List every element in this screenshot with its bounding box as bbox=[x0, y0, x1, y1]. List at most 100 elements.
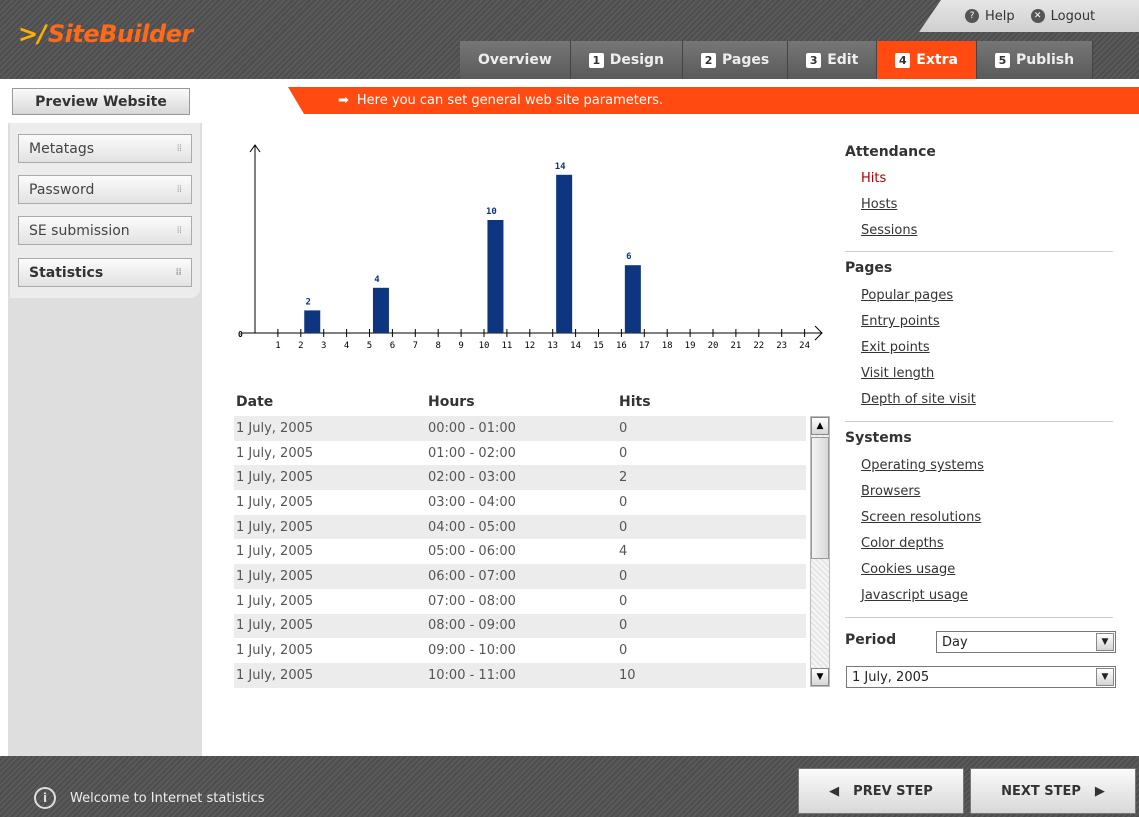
arrow-left-icon: ◀ bbox=[829, 783, 840, 799]
divider bbox=[845, 251, 1113, 252]
cell-date: 1 July, 2005 bbox=[236, 618, 314, 634]
table-row: 1 July, 2005 09:00 - 10:00 0 bbox=[234, 638, 806, 663]
link-entry-points[interactable]: Entry points bbox=[861, 314, 940, 329]
cell-date: 1 July, 2005 bbox=[236, 494, 314, 510]
main-tabs: Overview 1 Design 2 Pages 3 Edit 4 Extra 5 Pu… bbox=[460, 41, 1094, 79]
tab-design[interactable]: 1 Design bbox=[570, 41, 684, 79]
x-tick-label: 10 bbox=[479, 341, 490, 351]
tab-edit[interactable]: 3 Edit bbox=[788, 41, 878, 79]
status-bar: i Welcome to Internet statistics bbox=[34, 787, 264, 809]
cell-hours: 03:00 - 04:00 bbox=[428, 494, 516, 510]
cell-hits: 0 bbox=[619, 618, 628, 634]
link-visit-length[interactable]: Visit length bbox=[861, 366, 934, 381]
prev-step-button[interactable]: ◀ PREV STEP bbox=[798, 768, 964, 814]
nav-se-submission[interactable]: SE submission ⁞⁞ bbox=[18, 216, 192, 245]
help-link[interactable]: ? Help bbox=[965, 9, 1015, 24]
link-color-depths[interactable]: Color depths bbox=[861, 536, 944, 551]
link-popular-pages[interactable]: Popular pages bbox=[861, 288, 953, 303]
logout-link[interactable]: ✕ Logout bbox=[1030, 9, 1095, 24]
preview-website-button[interactable]: Preview Website bbox=[12, 88, 190, 115]
x-tick-label: 15 bbox=[593, 341, 604, 351]
cell-hours: 06:00 - 07:00 bbox=[428, 568, 516, 584]
x-tick-label: 16 bbox=[616, 341, 627, 351]
cell-hours: 10:00 - 11:00 bbox=[428, 667, 516, 683]
x-tick-label: 23 bbox=[776, 341, 787, 351]
x-tick-label: 12 bbox=[524, 341, 535, 351]
link-depth-of-site-visit[interactable]: Depth of site visit bbox=[861, 392, 976, 407]
cell-date: 1 July, 2005 bbox=[236, 470, 314, 486]
table-body: 1 July, 2005 00:00 - 01:00 0 1 July, 2005 01… bbox=[234, 416, 806, 688]
bar-value-label: 4 bbox=[374, 275, 380, 285]
link-hosts[interactable]: Hosts bbox=[861, 197, 897, 212]
date-select[interactable]: 1 July, 2005 ▼ bbox=[846, 666, 1116, 688]
tab-publish[interactable]: 5 Publish bbox=[976, 41, 1094, 79]
table-header: Date Hours Hits bbox=[236, 394, 806, 416]
table-row: 1 July, 2005 02:00 - 03:00 2 bbox=[234, 465, 806, 491]
logo: >/SiteBuilder bbox=[18, 20, 193, 48]
link-cookies-usage[interactable]: Cookies usage bbox=[861, 562, 955, 577]
tab-extra[interactable]: 4 Extra bbox=[877, 41, 977, 79]
x-tick-label: 11 bbox=[501, 341, 512, 351]
link-screen-resolutions[interactable]: Screen resolutions bbox=[861, 510, 981, 525]
period-select[interactable]: Day ▼ bbox=[936, 631, 1116, 653]
link-javascript-usage[interactable]: Javascript usage bbox=[861, 588, 968, 603]
grip-icon: ⁞⁞ bbox=[175, 267, 182, 278]
scroll-thumb[interactable] bbox=[811, 437, 829, 559]
cell-hits: 0 bbox=[619, 445, 628, 461]
nav-metatags[interactable]: Metatags ⁞⁞ bbox=[18, 134, 192, 163]
cell-date: 1 July, 2005 bbox=[236, 519, 314, 535]
attendance-heading: Attendance bbox=[845, 144, 936, 160]
nav-statistics[interactable]: Statistics ⁞⁞ bbox=[18, 258, 192, 287]
cell-hits: 10 bbox=[619, 667, 636, 683]
link-hits[interactable]: Hits bbox=[861, 171, 886, 186]
cell-hits: 0 bbox=[619, 568, 628, 584]
x-tick-label: 20 bbox=[708, 341, 719, 351]
tab-overview[interactable]: Overview bbox=[460, 41, 571, 79]
bar bbox=[556, 174, 573, 333]
arrow-right-icon: ➡ bbox=[338, 93, 349, 108]
table-row: 1 July, 2005 08:00 - 09:00 0 bbox=[234, 613, 806, 639]
status-text: Welcome to Internet statistics bbox=[70, 790, 265, 806]
grip-icon: ⁞⁞ bbox=[176, 184, 182, 195]
tab-pages[interactable]: 2 Pages bbox=[683, 41, 789, 79]
x-tick-label: 21 bbox=[730, 341, 741, 351]
x-tick-label: 1 bbox=[275, 341, 280, 351]
bar bbox=[487, 220, 504, 333]
bar bbox=[372, 287, 389, 333]
header: >/SiteBuilder ? Help ✕ Logout Overview 1 De… bbox=[0, 0, 1139, 79]
chevron-down-icon: ▼ bbox=[1096, 633, 1114, 651]
table-row: 1 July, 2005 05:00 - 06:00 4 bbox=[234, 539, 806, 564]
cell-hits: 0 bbox=[619, 643, 628, 659]
table-scrollbar[interactable]: ▲ ▼ bbox=[810, 416, 830, 687]
cell-date: 1 July, 2005 bbox=[236, 568, 314, 584]
chevron-down-icon: ▼ bbox=[1096, 668, 1114, 686]
cell-date: 1 July, 2005 bbox=[236, 445, 314, 461]
x-tick-label: 9 bbox=[458, 341, 463, 351]
cell-hours: 00:00 - 01:00 bbox=[428, 420, 516, 436]
cell-hits: 0 bbox=[619, 494, 628, 510]
link-browsers[interactable]: Browsers bbox=[861, 484, 920, 499]
origin-label: 0 bbox=[238, 330, 243, 339]
table-row: 1 July, 2005 01:00 - 02:00 0 bbox=[234, 441, 806, 466]
x-tick-label: 17 bbox=[639, 341, 650, 351]
link-exit-points[interactable]: Exit points bbox=[861, 340, 930, 355]
table-row: 1 July, 2005 00:00 - 01:00 0 bbox=[234, 416, 806, 441]
next-step-button[interactable]: NEXT STEP ▶ bbox=[970, 768, 1136, 814]
arrow-right-icon: ▶ bbox=[1094, 783, 1105, 799]
scroll-down-icon[interactable]: ▼ bbox=[811, 668, 829, 686]
hits-bar-chart: 01 2 3 4 5 6 7 8 9 10 11 12 13 14 15 16 17 18 19 20 21 22 23 24… bbox=[238, 144, 823, 351]
link-sessions[interactable]: Sessions bbox=[861, 223, 917, 238]
grip-icon: ⁞⁞ bbox=[176, 143, 182, 154]
bar bbox=[304, 310, 321, 333]
systems-heading: Systems bbox=[845, 430, 912, 446]
scroll-up-icon[interactable]: ▲ bbox=[811, 417, 829, 435]
x-tick-label: 7 bbox=[413, 341, 418, 351]
x-tick-label: 3 bbox=[321, 341, 326, 351]
cell-hours: 05:00 - 06:00 bbox=[428, 544, 516, 560]
bar-value-label: 2 bbox=[306, 297, 311, 307]
link-operating-systems[interactable]: Operating systems bbox=[861, 458, 984, 473]
nav-password[interactable]: Password ⁞⁞ bbox=[18, 175, 192, 204]
x-tick-label: 19 bbox=[685, 341, 696, 351]
col-hours: Hours bbox=[428, 394, 475, 410]
x-tick-label: 5 bbox=[367, 341, 372, 351]
